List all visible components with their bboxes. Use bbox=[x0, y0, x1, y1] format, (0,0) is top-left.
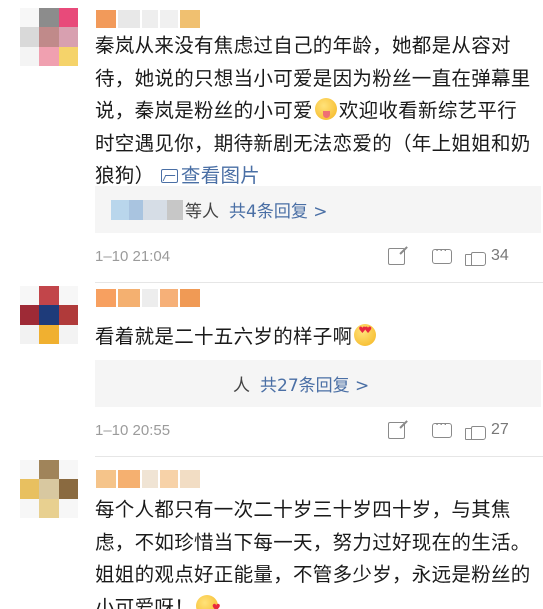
username-pixel bbox=[96, 289, 116, 307]
kiss-emoji bbox=[196, 593, 221, 609]
thumbs-up-icon bbox=[465, 247, 486, 266]
avatar[interactable] bbox=[20, 8, 78, 66]
username-pixel bbox=[118, 289, 140, 307]
avatar[interactable] bbox=[20, 460, 78, 518]
thumbs-up-icon bbox=[465, 421, 486, 440]
comment-actions: 27 bbox=[373, 418, 537, 442]
username-pixel bbox=[160, 470, 178, 488]
avatar-pixel bbox=[39, 46, 59, 66]
reply-name-pixel bbox=[167, 199, 183, 220]
username-pixel bbox=[142, 289, 158, 307]
comment-text: 秦岚从来没有焦虑过自己的年龄，她都是从容对待，她说的只想当小可爱是因为粉丝一直在… bbox=[95, 34, 531, 187]
avatar-pixel bbox=[58, 498, 78, 518]
avatar[interactable] bbox=[20, 286, 78, 344]
comment-actions: 34 bbox=[373, 244, 537, 268]
like-count: 34 bbox=[491, 247, 509, 264]
avatar-pixel bbox=[39, 324, 59, 344]
reply-button[interactable] bbox=[419, 418, 465, 442]
avatar-pixel bbox=[58, 305, 78, 325]
avatar-pixel bbox=[58, 460, 78, 480]
reply-name-pixel bbox=[143, 199, 167, 220]
username-pixel bbox=[180, 10, 200, 28]
reply-summary[interactable]: 人 共27条回复 > bbox=[95, 360, 541, 407]
avatar-pixel bbox=[58, 479, 78, 499]
reply-name-pixel bbox=[111, 199, 129, 220]
avatar-pixel bbox=[20, 460, 40, 480]
divider bbox=[95, 456, 543, 457]
reply-count-link[interactable]: 共4条回复 > bbox=[229, 197, 327, 222]
comment-text: 每个人都只有一次二十岁三十岁四十岁，与其焦虑，不如珍惜当下每一天，努力过好现在的… bbox=[95, 494, 535, 609]
username[interactable] bbox=[96, 10, 200, 28]
username-pixel bbox=[118, 10, 140, 28]
share-icon bbox=[387, 247, 405, 265]
divider bbox=[95, 282, 543, 283]
avatar-pixel bbox=[20, 479, 40, 499]
view-pictures-link[interactable]: 查看图片 bbox=[160, 164, 260, 187]
image-icon bbox=[160, 169, 178, 183]
username-pixel bbox=[142, 470, 158, 488]
username-pixel bbox=[180, 470, 200, 488]
tongue-emoji bbox=[314, 98, 337, 120]
avatar-pixel bbox=[20, 27, 40, 47]
comment-icon bbox=[432, 244, 452, 264]
like-count: 27 bbox=[491, 421, 509, 438]
avatar-pixel bbox=[39, 460, 59, 480]
comment-meta: 1–10 21:04 34 bbox=[95, 244, 541, 268]
avatar-pixel bbox=[58, 8, 78, 28]
avatar-pixel bbox=[20, 46, 40, 66]
reply-name-pixel bbox=[129, 199, 143, 220]
avatar-pixel bbox=[39, 305, 59, 325]
avatar-pixel bbox=[39, 498, 59, 518]
avatar-pixel bbox=[39, 479, 59, 499]
comment-icon bbox=[432, 418, 452, 438]
share-button[interactable] bbox=[373, 418, 419, 442]
avatar-pixel bbox=[39, 27, 59, 47]
avatar-pixel bbox=[39, 8, 59, 28]
avatar-pixel bbox=[39, 286, 59, 306]
heart-eyes-emoji bbox=[354, 324, 377, 346]
share-button[interactable] bbox=[373, 244, 419, 268]
username-pixel bbox=[180, 289, 200, 307]
like-button[interactable]: 27 bbox=[465, 418, 537, 442]
reply-summary[interactable]: 等人 共4条回复 > bbox=[95, 186, 541, 233]
timestamp: 1–10 21:04 bbox=[95, 247, 171, 265]
like-button[interactable]: 34 bbox=[465, 244, 537, 268]
avatar-pixel bbox=[58, 46, 78, 66]
avatar-pixel bbox=[20, 324, 40, 344]
share-icon bbox=[387, 421, 405, 439]
username-pixel bbox=[96, 470, 116, 488]
comment-text: 看着就是二十五六岁的样子啊 bbox=[95, 321, 535, 354]
avatar-pixel bbox=[58, 324, 78, 344]
username-pixel bbox=[142, 10, 158, 28]
avatar-pixel bbox=[20, 8, 40, 28]
username-pixel bbox=[96, 10, 116, 28]
reply-user-names bbox=[111, 199, 183, 220]
username-pixel bbox=[118, 470, 140, 488]
avatar-pixel bbox=[58, 286, 78, 306]
username-pixel bbox=[160, 10, 178, 28]
reply-button[interactable] bbox=[419, 244, 465, 268]
username-pixel bbox=[160, 289, 178, 307]
avatar-pixel bbox=[20, 498, 40, 518]
avatar-pixel bbox=[58, 27, 78, 47]
timestamp: 1–10 20:55 bbox=[95, 421, 171, 439]
avatar-pixel bbox=[20, 305, 40, 325]
comment-meta: 1–10 20:55 27 bbox=[95, 418, 541, 442]
username[interactable] bbox=[96, 289, 200, 307]
username[interactable] bbox=[96, 470, 200, 488]
avatar-pixel bbox=[20, 286, 40, 306]
reply-count-link[interactable]: 共27条回复 > bbox=[260, 371, 369, 396]
